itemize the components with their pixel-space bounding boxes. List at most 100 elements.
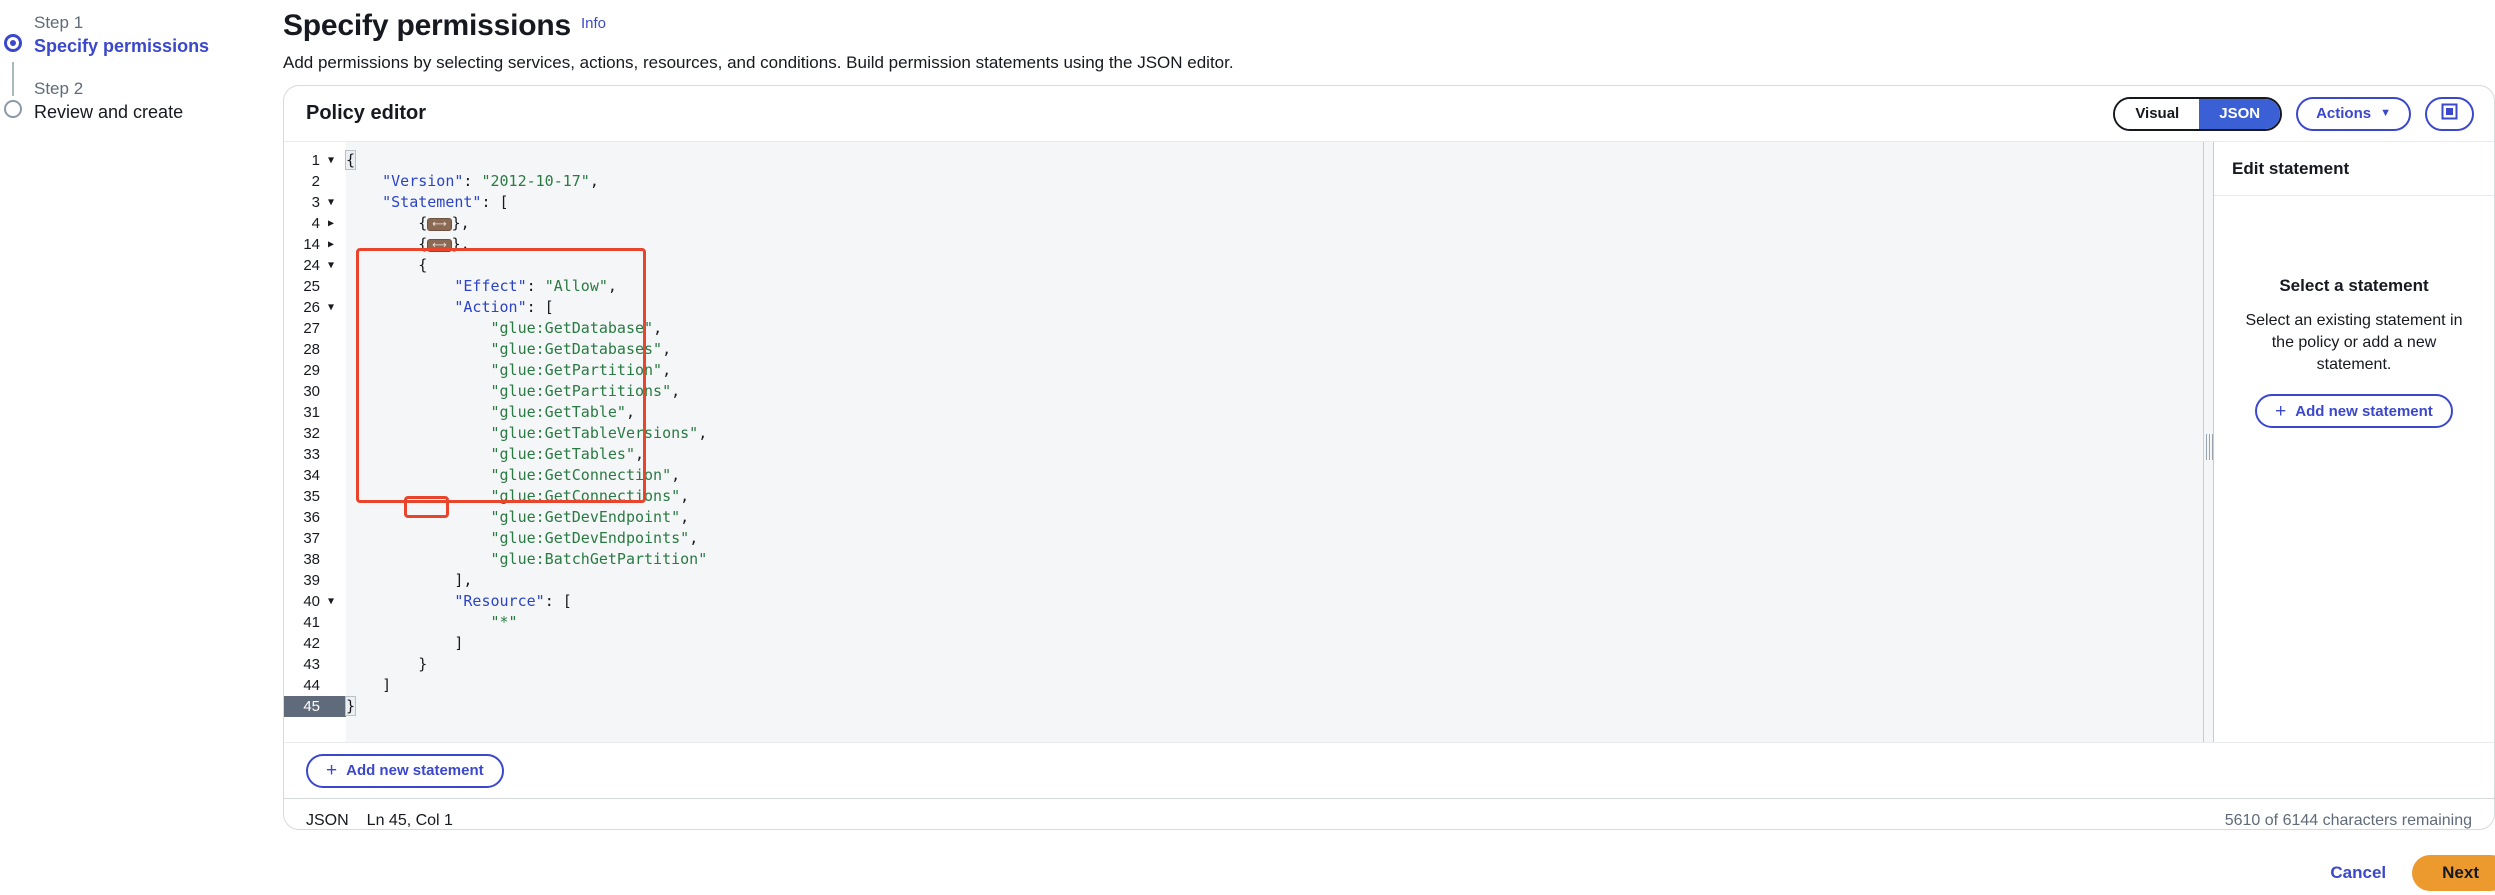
code-text: ], <box>454 571 473 589</box>
step-item-1[interactable]: Step 1 Specify permissions <box>0 12 280 96</box>
code-text: "glue:GetConnections", <box>490 487 690 505</box>
step-item-2[interactable]: Step 2 Review and create <box>0 78 280 124</box>
fold-toggle-icon[interactable]: ▼ <box>324 150 338 171</box>
actions-button-label: Actions <box>2316 105 2372 122</box>
line-number: 27 <box>303 320 320 337</box>
plus-icon: + <box>2275 400 2287 422</box>
code-line[interactable]: 14 ▶ {⟷}, <box>284 234 2203 255</box>
page-title: Specify permissions <box>283 9 571 42</box>
code-text: "glue:GetTables", <box>490 445 645 463</box>
line-number: 31 <box>303 404 320 421</box>
code-line[interactable]: 24 ▼ { <box>284 255 2203 276</box>
line-number: 40 <box>303 593 320 610</box>
code-line[interactable]: 43 } <box>284 654 2203 675</box>
code-line[interactable]: 31 "glue:GetTable", <box>284 402 2203 423</box>
code-line[interactable]: 42 ] <box>284 633 2203 654</box>
code-line[interactable]: 3 ▼ "Statement": [ <box>284 192 2203 213</box>
code-text: "glue:GetTableVersions", <box>490 424 708 442</box>
fold-toggle-icon[interactable]: ▼ <box>324 297 338 318</box>
splitter-grip-icon[interactable] <box>2206 434 2213 460</box>
panel-add-new-statement-button[interactable]: + Add new statement <box>2255 394 2453 428</box>
json-code-editor[interactable]: 1 ▼{2 "Version": "2012-10-17", 3 ▼ "Stateme… <box>284 142 2203 742</box>
line-number: 44 <box>303 677 320 694</box>
editor-splitter[interactable] <box>2203 142 2214 742</box>
step-radio-icon-1[interactable] <box>4 34 22 52</box>
code-text: "glue:GetDatabases", <box>490 340 672 358</box>
page-description: Add permissions by selecting services, a… <box>283 53 1234 72</box>
add-new-statement-button[interactable]: + Add new statement <box>306 753 504 788</box>
line-number: 34 <box>303 467 320 484</box>
step-title-2[interactable]: Review and create <box>34 100 280 124</box>
code-lines[interactable]: 1 ▼{2 "Version": "2012-10-17", 3 ▼ "Stateme… <box>284 142 2203 717</box>
code-line[interactable]: 28 "glue:GetDatabases", <box>284 339 2203 360</box>
line-number: 14 <box>303 236 320 253</box>
cancel-button[interactable]: Cancel <box>2330 863 2386 883</box>
code-line[interactable]: 2 "Version": "2012-10-17", <box>284 171 2203 192</box>
code-text: "glue:GetPartition", <box>490 361 672 379</box>
view-mode-toggle[interactable]: Visual JSON <box>2113 96 2283 131</box>
fullscreen-icon <box>2441 103 2458 124</box>
code-text: "glue:BatchGetPartition" <box>490 550 708 568</box>
policy-editor-header: Policy editor Visual JSON Actions ▼ <box>284 86 2494 142</box>
next-button[interactable]: Next <box>2412 855 2495 891</box>
edit-statement-empty-state: Select a statement Select an existing st… <box>2214 196 2494 742</box>
panel-add-new-statement-label: Add new statement <box>2295 402 2433 420</box>
policy-editor-card: Policy editor Visual JSON Actions ▼ 1 ▼ … <box>283 85 2495 830</box>
tab-visual[interactable]: Visual <box>2115 98 2200 129</box>
code-text: "Version": "2012-10-17", <box>382 172 599 190</box>
code-line[interactable]: 36 "glue:GetDevEndpoint", <box>284 507 2203 528</box>
collapsed-region-icon[interactable]: ⟷ <box>427 239 452 252</box>
code-text: "glue:GetPartitions", <box>490 382 681 400</box>
code-text: "glue:GetDevEndpoints", <box>490 529 699 547</box>
fold-toggle-icon[interactable]: ▶ <box>324 213 338 234</box>
edit-statement-panel: Edit statement Select a statement Select… <box>2214 142 2494 742</box>
code-line[interactable]: 33 "glue:GetTables", <box>284 444 2203 465</box>
code-line[interactable]: 25 "Effect": "Allow", <box>284 276 2203 297</box>
editor-status-bar: JSON Ln 45, Col 1 5610 of 6144 character… <box>284 798 2494 830</box>
code-line[interactable]: 37 "glue:GetDevEndpoints", <box>284 528 2203 549</box>
code-line[interactable]: 39 ], <box>284 570 2203 591</box>
code-line[interactable]: 30 "glue:GetPartitions", <box>284 381 2203 402</box>
code-scroll-area[interactable]: 1 ▼{2 "Version": "2012-10-17", 3 ▼ "Stateme… <box>284 142 2203 742</box>
code-line[interactable]: 34 "glue:GetConnection", <box>284 465 2203 486</box>
code-line[interactable]: 4 ▶ {⟷}, <box>284 213 2203 234</box>
status-left-group: JSON Ln 45, Col 1 <box>306 812 453 830</box>
code-line[interactable]: 1 ▼ { <box>284 150 2203 171</box>
tab-json[interactable]: JSON <box>2199 98 2281 129</box>
line-number: 45 <box>303 698 320 715</box>
step-title-1[interactable]: Specify permissions <box>34 34 280 58</box>
fold-toggle-icon[interactable]: ▼ <box>324 255 338 276</box>
code-line[interactable]: 29 "glue:GetPartition", <box>284 360 2203 381</box>
status-characters-remaining: 5610 of 6144 characters remaining <box>2224 811 2472 829</box>
code-line[interactable]: 32 "glue:GetTableVersions", <box>284 423 2203 444</box>
line-number: 36 <box>303 509 320 526</box>
code-line[interactable]: 45} <box>284 696 2203 717</box>
fold-toggle-icon[interactable]: ▼ <box>324 591 338 612</box>
actions-button[interactable]: Actions ▼ <box>2296 96 2411 131</box>
code-line[interactable]: 35 "glue:GetConnections", <box>284 486 2203 507</box>
step-radio-icon-2[interactable] <box>4 100 22 118</box>
fold-toggle-icon[interactable]: ▶ <box>324 234 338 255</box>
line-number: 24 <box>303 257 320 274</box>
code-text: } <box>344 696 357 716</box>
policy-editor-controls: Visual JSON Actions ▼ <box>2113 96 2474 131</box>
code-line[interactable]: 41 "*" <box>284 612 2203 633</box>
fold-toggle-icon[interactable]: ▼ <box>324 192 338 213</box>
code-line[interactable]: 38 "glue:BatchGetPartition" <box>284 549 2203 570</box>
line-number: 3 <box>311 194 320 211</box>
line-number: 1 <box>311 152 320 169</box>
fullscreen-button[interactable] <box>2425 96 2474 131</box>
code-text: "glue:GetTable", <box>490 403 636 421</box>
line-number: 33 <box>303 446 320 463</box>
code-line[interactable]: 40 ▼ "Resource": [ <box>284 591 2203 612</box>
code-text: {⟷}, <box>418 235 470 253</box>
code-line[interactable]: 26 ▼ "Action": [ <box>284 297 2203 318</box>
code-line[interactable]: 27 "glue:GetDatabase", <box>284 318 2203 339</box>
info-link[interactable]: Info <box>581 15 606 32</box>
collapsed-region-icon[interactable]: ⟷ <box>427 218 452 231</box>
code-text: "Statement": [ <box>382 193 509 211</box>
line-number: 35 <box>303 488 320 505</box>
code-line[interactable]: 44 ] <box>284 675 2203 696</box>
line-number: 30 <box>303 383 320 400</box>
code-text: "glue:GetConnection", <box>490 466 681 484</box>
